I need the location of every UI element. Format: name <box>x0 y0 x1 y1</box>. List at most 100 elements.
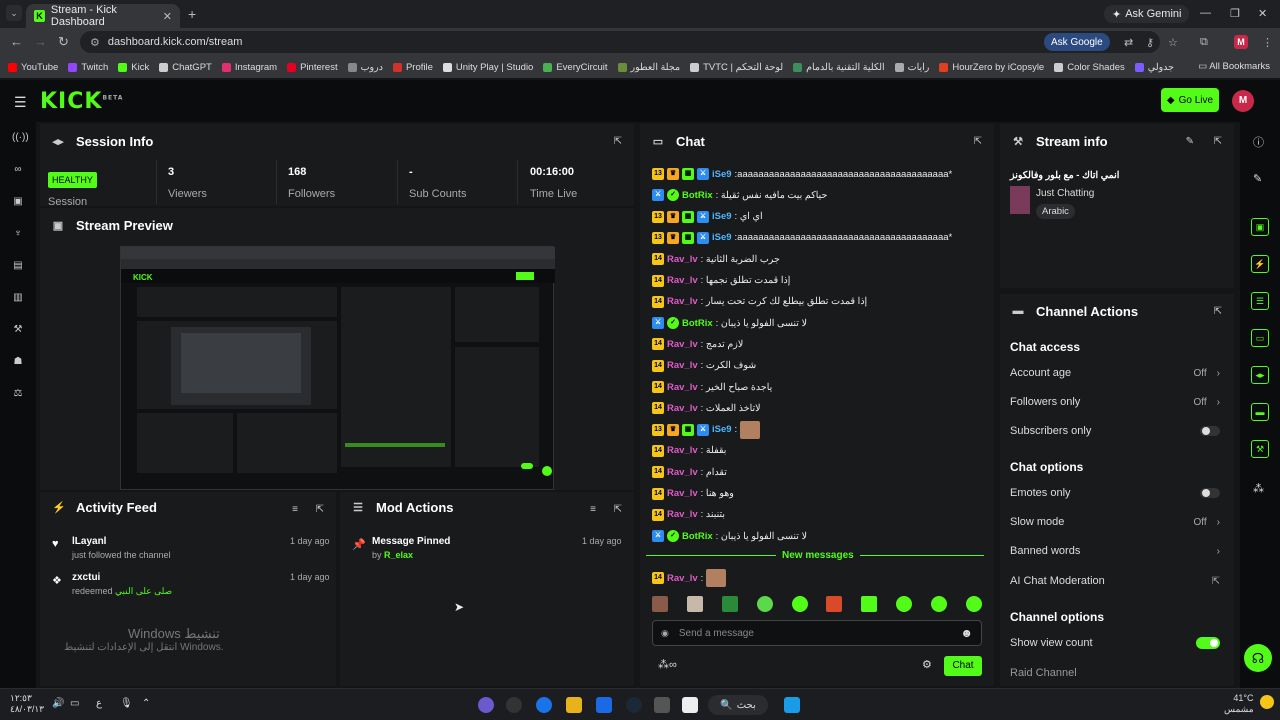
mod-action-user[interactable]: R_elax <box>384 550 413 560</box>
ask-gemini-button[interactable]: ✦ Ask Gemini <box>1104 5 1190 23</box>
bookmark-item[interactable]: الكلية التقنية بالدمام <box>793 62 885 73</box>
send-chat-button[interactable]: Chat <box>944 656 982 676</box>
popout-icon[interactable]: ⇱ <box>1214 136 1222 147</box>
translate-icon[interactable]: ⇄ <box>1124 36 1133 49</box>
account-age-row[interactable]: Account age Off › <box>1010 364 1220 382</box>
chat-username[interactable]: BotRix <box>682 318 713 329</box>
filter-icon[interactable]: ≡ <box>292 504 298 515</box>
more-icon[interactable]: ⁂ <box>1253 482 1264 495</box>
edit-icon[interactable]: ✎ <box>1253 172 1262 185</box>
banned-words-row[interactable]: Banned words › <box>1010 542 1220 560</box>
bookmark-item[interactable]: EveryCircuit <box>543 62 608 73</box>
filter-icon[interactable]: ≡ <box>590 504 596 515</box>
chat-username[interactable]: Rav_lv <box>667 403 698 414</box>
back-icon[interactable]: ← <box>10 34 23 49</box>
tab-search-icon[interactable]: ⌄ <box>6 5 22 21</box>
emote-icon[interactable] <box>965 596 982 612</box>
emotes-only-toggle[interactable] <box>1200 488 1220 498</box>
chat-username[interactable]: Rav_lv <box>667 382 698 393</box>
trophy-icon[interactable]: ♆ <box>12 228 24 240</box>
bookmark-item[interactable]: ChatGPT <box>159 62 212 73</box>
panel-video-icon[interactable]: ▣ <box>1251 218 1269 236</box>
taskbar-clock[interactable]: ١٢:٥٣ ٤٨/٠٣/١٣ <box>10 693 44 715</box>
panel-list-icon[interactable]: ☰ <box>1251 292 1269 310</box>
chat-username[interactable]: Rav_lv <box>667 467 698 478</box>
tools-icon[interactable]: ⚒ <box>12 324 24 336</box>
bookmark-item[interactable]: Instagram <box>221 62 277 73</box>
password-icon[interactable]: ⚷ <box>1146 36 1154 49</box>
panel-wrench-icon[interactable]: ⚒ <box>1251 440 1269 458</box>
tray-up-icon[interactable]: ⌃ <box>142 698 150 709</box>
chat-settings-icon[interactable]: ⚙ <box>922 658 932 671</box>
maximize-icon[interactable]: ❐ <box>1230 7 1240 20</box>
chat-username[interactable]: Rav_lv <box>667 488 698 499</box>
browser-menu-icon[interactable]: ⋮ <box>1262 36 1273 49</box>
emote-icon[interactable] <box>931 596 947 612</box>
subscribers-only-toggle[interactable] <box>1200 426 1220 436</box>
all-bookmarks-button[interactable]: ▭ All Bookmarks <box>1198 61 1270 72</box>
network-icon[interactable]: ▭ <box>70 698 79 709</box>
emote-icon[interactable] <box>721 596 738 612</box>
bookmark-item[interactable]: رايات <box>894 62 929 73</box>
volume-icon[interactable]: 🔊 <box>52 698 64 709</box>
chat-username[interactable]: BotRix <box>682 531 713 542</box>
popout-icon[interactable]: ⇱ <box>614 504 622 515</box>
bookmark-item[interactable]: Unity Play | Studio <box>442 62 533 73</box>
site-info-icon[interactable]: ⚙ <box>90 36 100 49</box>
bookmark-item[interactable]: TVTC | لوحة التحكم <box>690 62 783 73</box>
chat-username[interactable]: Rav_lv <box>667 254 698 265</box>
activity-user[interactable]: zxctui <box>72 572 172 583</box>
slow-mode-row[interactable]: Slow mode Off › <box>1010 513 1220 531</box>
kick-logo[interactable]: KICKBETA <box>40 89 123 114</box>
popout-icon[interactable]: ⇱ <box>1214 306 1222 317</box>
stream-preview-video[interactable]: KICK <box>120 246 555 490</box>
browser-tab[interactable]: K Stream - Kick Dashboard ✕ <box>26 4 180 28</box>
bookmark-item[interactable]: Profile <box>392 62 433 73</box>
app-icon[interactable] <box>654 697 670 713</box>
community-icon[interactable]: ☗ <box>12 356 24 368</box>
emote-icon[interactable] <box>861 596 878 612</box>
bookmark-star-icon[interactable]: ☆ <box>1168 36 1178 49</box>
minimize-icon[interactable]: — <box>1200 7 1211 19</box>
browser-profile-avatar[interactable]: M <box>1234 35 1248 49</box>
chat-username[interactable]: Rav_lv <box>667 360 698 371</box>
close-tab-icon[interactable]: ✕ <box>163 10 172 23</box>
taskbar-search[interactable]: 🔍 بحث <box>708 695 768 715</box>
show-view-count-toggle[interactable] <box>1196 637 1220 649</box>
community-points-icon[interactable]: ⁂∞ <box>658 658 677 671</box>
video-icon[interactable]: ▣ <box>12 196 24 208</box>
link-icon[interactable]: ∞ <box>12 164 24 176</box>
chat-username[interactable]: iSe9 <box>712 169 732 180</box>
bookmark-item[interactable]: مجلة العطور <box>617 62 680 73</box>
keyboard-lang[interactable]: ع <box>96 698 102 709</box>
bookmark-item[interactable]: جدولي <box>1134 62 1174 73</box>
emoji-icon[interactable]: ☻ <box>960 626 973 640</box>
bookmark-item[interactable]: Pinterest <box>287 62 338 73</box>
app-icon[interactable] <box>506 697 522 713</box>
chat-username[interactable]: Rav_lv <box>667 509 698 520</box>
ask-google-button[interactable]: Ask Google <box>1044 33 1110 51</box>
bookmark-item[interactable]: YouTube <box>8 62 58 73</box>
library-icon[interactable]: ▤ <box>12 260 24 272</box>
panel-lightning-icon[interactable]: ⚡ <box>1251 255 1269 273</box>
popout-icon[interactable]: ⇱ <box>614 136 622 147</box>
popout-icon[interactable]: ⇱ <box>316 504 324 515</box>
bookmark-item[interactable]: HourZero by iCopsyle <box>939 62 1044 73</box>
analytics-icon[interactable]: ▥ <box>12 292 24 304</box>
info-icon[interactable]: ⓘ <box>1253 134 1264 150</box>
windows-start-icon[interactable] <box>784 697 800 713</box>
file-explorer-icon[interactable] <box>566 697 582 713</box>
followers-only-row[interactable]: Followers only Off › <box>1010 393 1220 411</box>
chat-username[interactable]: Rav_lv <box>667 573 698 584</box>
reload-icon[interactable]: ↻ <box>58 34 69 50</box>
user-avatar[interactable]: M <box>1232 90 1254 112</box>
activity-user[interactable]: lLayanl <box>72 536 171 547</box>
panel-chat-icon[interactable]: ▭ <box>1251 329 1269 347</box>
panel-stream-icon[interactable]: ◂▸ <box>1251 366 1269 384</box>
chat-username[interactable]: Rav_lv <box>667 275 698 286</box>
emote-icon[interactable] <box>756 596 773 612</box>
chat-username[interactable]: Rav_lv <box>667 296 698 307</box>
chrome-icon[interactable] <box>536 697 552 713</box>
emote-icon[interactable] <box>791 596 808 612</box>
weather-widget[interactable]: 41°C مشمس <box>1224 693 1254 715</box>
